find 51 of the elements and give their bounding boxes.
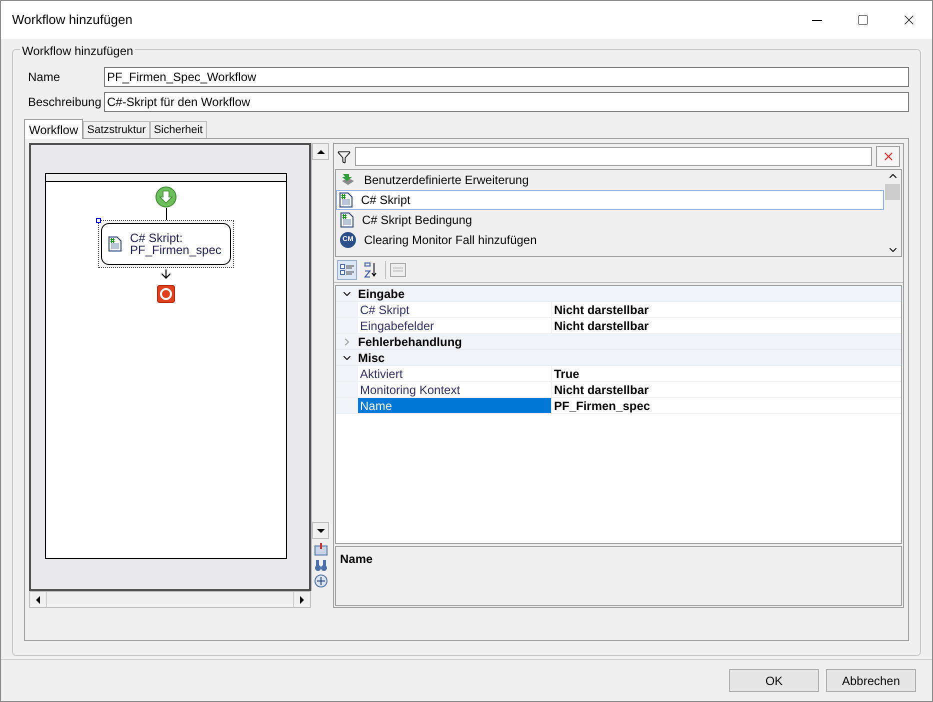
property-row[interactable]: Aktiviert True [336, 366, 901, 382]
stop-icon [157, 285, 175, 303]
window-title: Workflow hinzufügen [12, 11, 134, 30]
pan-zoom-icon[interactable] [314, 574, 328, 588]
text-field[interactable]: C#-Skript für den Workflow [104, 92, 909, 112]
property-value: PF_Firmen_spec [551, 398, 901, 413]
property-row[interactable]: Eingabefelder Nicht darstellbar [336, 318, 901, 334]
script-file-icon [340, 212, 354, 228]
maximize-icon [857, 14, 869, 26]
property-value: Nicht darstellbar [551, 382, 901, 397]
activity-name: PF_Firmen_spec [130, 244, 222, 256]
activity-type: C# Skript: [130, 232, 184, 244]
script-file-icon [108, 236, 122, 252]
selection-handle[interactable] [96, 218, 101, 223]
clear-filter-button[interactable] [876, 146, 900, 167]
property-pages-icon [390, 262, 406, 276]
categorized-button[interactable] [337, 260, 357, 280]
toolbox-item[interactable]: C# Skript [336, 190, 884, 210]
property-row[interactable]: C# Skript Nicht darstellbar [336, 302, 901, 318]
toolbox-item[interactable]: Benutzerdefinierte Erweiterung [336, 170, 884, 190]
property-name[interactable]: C# Skript [358, 302, 551, 317]
property-row[interactable]: Name PF_Firmen_spec [336, 398, 901, 414]
text-field[interactable]: PF_Firmen_Spec_Workflow [104, 66, 909, 86]
tab[interactable]: Sicherheit [150, 121, 207, 138]
filter-icon [337, 150, 351, 164]
dialog-button[interactable]: Abbrechen [826, 669, 916, 692]
property-name[interactable]: Name [358, 398, 551, 413]
property-name[interactable]: Eingabefelder [358, 318, 551, 333]
dialog-button[interactable]: OK [729, 669, 819, 692]
field-label: Name [27, 68, 62, 86]
field-label: Beschreibung [27, 94, 102, 110]
property-value: True [551, 366, 901, 381]
toolbox-item[interactable]: C# Skript Bedingung [336, 210, 884, 230]
category-label: Fehlerbehandlung [358, 334, 462, 350]
scroll-down-button[interactable] [312, 522, 329, 539]
property-row[interactable]: Monitoring Kontext Nicht darstellbar [336, 382, 901, 398]
filter-field[interactable] [355, 147, 872, 166]
category-label: Eingabe [358, 286, 405, 302]
property-value: Nicht darstellbar [551, 318, 901, 333]
property-name[interactable]: Monitoring Kontext [358, 382, 551, 397]
scroll-thumb[interactable] [885, 184, 900, 200]
category-label: Misc [358, 350, 385, 366]
script-file-icon [339, 192, 353, 208]
property-value: Nicht darstellbar [551, 302, 901, 317]
binoculars-icon[interactable] [314, 558, 328, 572]
clear-icon [882, 150, 894, 163]
tab[interactable]: Workflow [24, 119, 84, 139]
property-name[interactable]: Aktiviert [358, 366, 551, 381]
scroll-up-button[interactable] [312, 143, 329, 160]
tab[interactable]: Satzstruktur [83, 121, 150, 138]
description-title: Name [340, 552, 373, 566]
